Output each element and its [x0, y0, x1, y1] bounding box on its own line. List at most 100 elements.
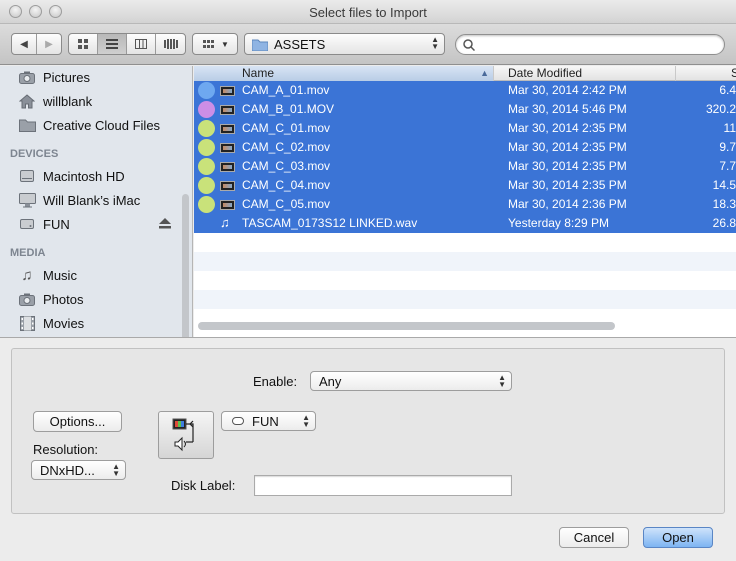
file-name: CAM_C_01.mov	[242, 121, 331, 135]
coverflow-view-button[interactable]	[156, 34, 185, 54]
toolbar: ◀ ▶ ▼ ASSETS ▲ ▼	[0, 24, 736, 65]
drive-icon	[18, 216, 36, 232]
grid-icon	[77, 38, 88, 49]
panel-divider	[0, 337, 736, 338]
sidebar-item-willblank[interactable]: willblank	[18, 91, 92, 111]
location-popup[interactable]: ASSETS ▲ ▼	[244, 33, 445, 55]
file-name: CAM_A_01.mov	[242, 83, 330, 97]
empty-row	[194, 252, 736, 271]
file-size: 9.7	[719, 140, 736, 154]
sidebar-item-label: FUN	[43, 216, 70, 232]
link-media-button[interactable]	[158, 411, 214, 459]
sidebar-item-label: Creative Cloud Files	[43, 117, 161, 133]
file-size: 7.7	[719, 159, 736, 173]
sidebar-item-label: Will Blank’s iMac	[43, 192, 141, 208]
sidebar-item-fun[interactable]: FUN	[18, 214, 178, 234]
file-name: CAM_C_03.mov	[242, 159, 331, 173]
folder-icon	[18, 117, 36, 133]
sidebar-scrollbar[interactable]	[182, 194, 189, 337]
window-title: Select files to Import	[309, 5, 427, 20]
file-date: Mar 30, 2014 2:35 PM	[508, 140, 627, 154]
sidebar-item-photos[interactable]: Photos	[18, 289, 83, 309]
options-button[interactable]: Options...	[33, 411, 122, 432]
coverflow-icon	[163, 39, 178, 49]
file-name: CAM_C_04.mov	[242, 178, 331, 192]
sidebar: Pictures willblank Creative Cloud Files …	[0, 66, 193, 337]
sidebar-item-movies[interactable]: Movies	[18, 313, 84, 333]
arrange-menu[interactable]: ▼	[192, 33, 238, 55]
icon-view-button[interactable]	[69, 34, 98, 54]
title-bar: Select files to Import	[0, 0, 736, 24]
enable-select[interactable]: Any ▲ ▼	[310, 371, 512, 391]
column-header-date[interactable]: Date Modified	[494, 66, 676, 81]
enable-label: Enable:	[253, 374, 298, 389]
color-tag-icon	[198, 196, 215, 213]
resolution-label: Resolution:	[33, 442, 99, 457]
file-name: CAM_B_01.MOV	[242, 102, 335, 116]
file-row[interactable]: CAM_C_03.mov Mar 30, 2014 2:35 PM 7.7	[194, 157, 736, 176]
camera-icon	[18, 69, 36, 85]
disk-label-input[interactable]	[254, 475, 512, 496]
video-thumbnail-icon	[220, 124, 235, 134]
sidebar-item-label: Pictures	[43, 69, 90, 85]
forward-button[interactable]: ▶	[37, 34, 61, 54]
empty-row	[194, 290, 736, 309]
file-name: TASCAM_0173S12 LINKED.wav	[242, 216, 418, 230]
search-icon	[463, 39, 475, 51]
film-icon	[18, 315, 36, 331]
harddrive-icon	[18, 168, 36, 184]
file-name: CAM_C_05.mov	[242, 197, 331, 211]
horizontal-scrollbar[interactable]	[198, 322, 615, 330]
resolution-select[interactable]: DNxHD... ▲ ▼	[31, 460, 126, 480]
file-date: Mar 30, 2014 2:35 PM	[508, 178, 627, 192]
color-tag-icon	[198, 139, 215, 156]
sidebar-item-macintosh-hd[interactable]: Macintosh HD	[18, 166, 125, 186]
audio-file-icon: ♫	[220, 215, 230, 230]
sidebar-item-creative-cloud[interactable]: Creative Cloud Files	[18, 115, 160, 135]
video-thumbnail-icon	[220, 105, 235, 115]
list-icon	[106, 39, 118, 49]
file-row[interactable]: CAM_B_01.MOV Mar 30, 2014 5:46 PM 320.2	[194, 100, 736, 119]
file-date: Mar 30, 2014 2:42 PM	[508, 83, 627, 97]
updown-arrows-icon: ▲ ▼	[498, 373, 506, 389]
file-size: 11	[723, 121, 736, 135]
cancel-button[interactable]: Cancel	[559, 527, 629, 548]
file-row[interactable]: ♫ TASCAM_0173S12 LINKED.wav Yesterday 8:29…	[194, 214, 736, 233]
video-thumbnail-icon	[220, 181, 235, 191]
file-date: Mar 30, 2014 2:35 PM	[508, 159, 627, 173]
chevron-right-icon: ▶	[45, 38, 53, 50]
open-button[interactable]: Open	[643, 527, 713, 548]
camera-icon	[18, 291, 36, 307]
file-size: 26.8	[712, 216, 736, 230]
file-row[interactable]: CAM_A_01.mov Mar 30, 2014 2:42 PM 6.4	[194, 81, 736, 100]
file-row[interactable]: CAM_C_05.mov Mar 30, 2014 2:36 PM 18.3	[194, 195, 736, 214]
file-row[interactable]: CAM_C_04.mov Mar 30, 2014 2:35 PM 14.5	[194, 176, 736, 195]
video-thumbnail-icon	[220, 143, 235, 153]
color-tag-icon	[198, 177, 215, 194]
back-button[interactable]: ◀	[12, 34, 37, 54]
arrange-grid-icon	[203, 39, 214, 48]
video-thumbnail-icon	[220, 86, 235, 96]
eject-icon[interactable]	[159, 218, 171, 229]
chevron-left-icon: ◀	[20, 38, 28, 50]
file-row[interactable]: CAM_C_02.mov Mar 30, 2014 2:35 PM 9.7	[194, 138, 736, 157]
file-date: Mar 30, 2014 2:36 PM	[508, 197, 627, 211]
column-header-name[interactable]: Name ▲	[194, 66, 494, 81]
video-thumbnail-icon	[220, 162, 235, 172]
file-name: CAM_C_02.mov	[242, 140, 331, 154]
file-row[interactable]: CAM_C_01.mov Mar 30, 2014 2:35 PM 11	[194, 119, 736, 138]
column-view-button[interactable]	[127, 34, 156, 54]
search-input[interactable]	[455, 34, 725, 55]
empty-row	[194, 271, 736, 290]
column-header-size[interactable]: S	[676, 66, 736, 81]
sidebar-item-imac[interactable]: Will Blank’s iMac	[18, 190, 140, 210]
sidebar-item-label: willblank	[43, 93, 93, 109]
list-view-button[interactable]	[98, 34, 127, 54]
updown-arrows-icon: ▲ ▼	[302, 413, 310, 429]
drive-select[interactable]: FUN ▲ ▼	[221, 411, 316, 431]
sidebar-item-pictures[interactable]: Pictures	[18, 67, 90, 87]
file-size: 6.4	[719, 83, 736, 97]
sidebar-item-label: Music	[43, 267, 77, 283]
column-header: Name ▲ Date Modified S	[194, 66, 736, 81]
sidebar-item-music[interactable]: ♫ Music	[18, 265, 77, 285]
